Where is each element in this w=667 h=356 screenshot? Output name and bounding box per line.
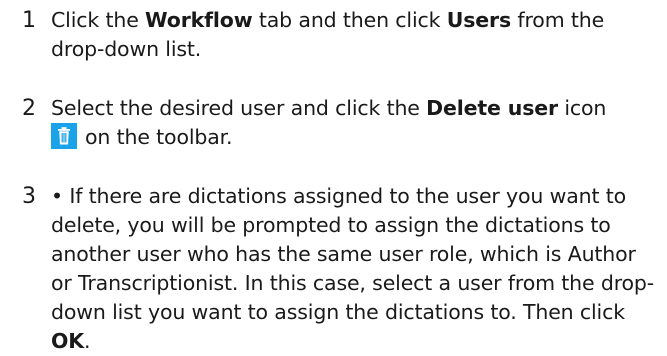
workflow-tab-label: Workflow — [145, 8, 253, 32]
step-number: 1 — [22, 8, 36, 33]
trash-icon — [51, 123, 77, 149]
ok-label: OK — [51, 329, 85, 353]
step-number: 2 — [22, 96, 36, 121]
delete-user-label: Delete user — [426, 96, 558, 120]
step-instruction: Click the Workflow tab and then click Us… — [51, 8, 605, 61]
step-instruction: Select the desired user and click the De… — [51, 96, 607, 149]
step-number: 3 — [22, 184, 36, 209]
bullet: • — [51, 184, 63, 208]
step-instruction: • If there are dictations assigned to th… — [51, 184, 655, 353]
users-menu-label: Users — [446, 8, 512, 32]
